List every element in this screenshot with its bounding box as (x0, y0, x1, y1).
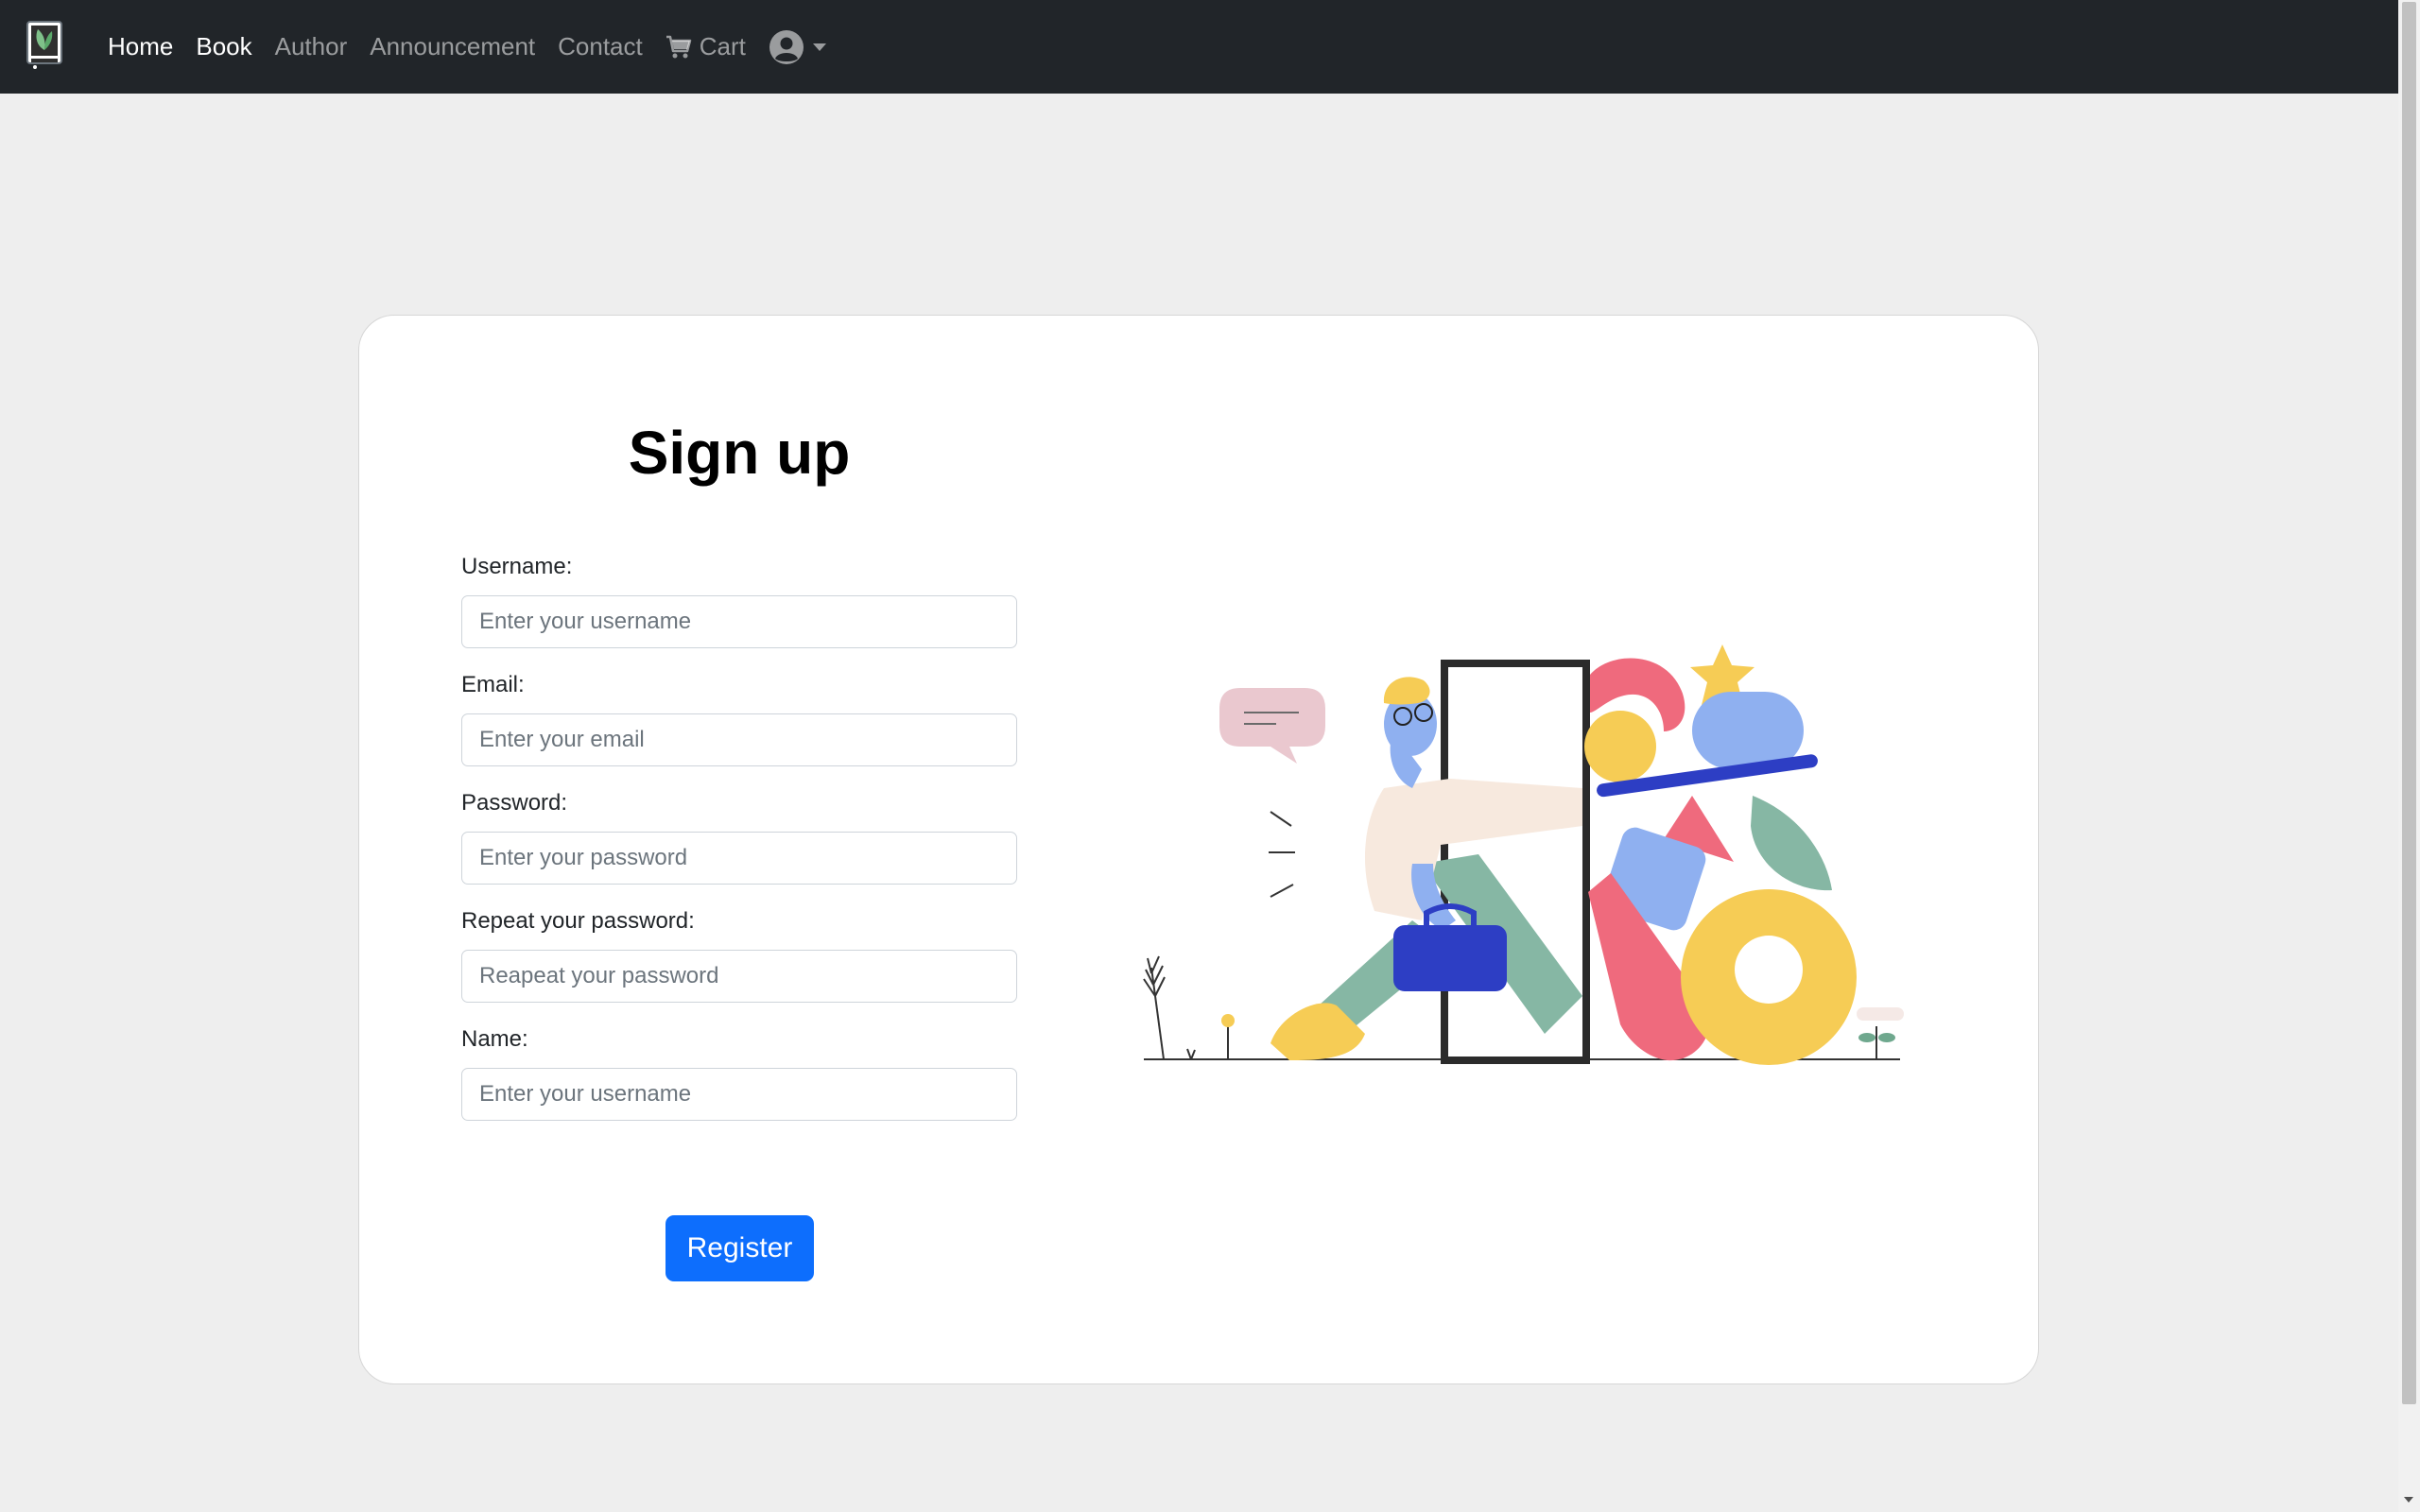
plant-icon (1143, 955, 1196, 1060)
page-scrollbar[interactable] (2398, 0, 2420, 1512)
signup-illustration (1143, 644, 1904, 1065)
chevron-down-icon (812, 43, 826, 51)
nav-link-announcement[interactable]: Announcement (370, 32, 535, 61)
motion-lines (1269, 811, 1295, 898)
user-dropdown[interactable] (769, 29, 826, 65)
password-group: Password: (461, 790, 1017, 885)
navbar: Home Book Author Announcement Contact Ca… (0, 0, 2398, 94)
page-title: Sign up (628, 419, 851, 487)
name-label: Name: (461, 1026, 528, 1052)
repeat-password-label: Repeat your password: (461, 908, 695, 934)
flower-icon (1221, 1014, 1235, 1027)
signup-form: Username: Email: Password: Repeat your p… (461, 554, 1017, 1144)
cart-label: Cart (699, 32, 746, 60)
email-group: Email: (461, 672, 1017, 766)
signup-card: Sign up Username: Email: Password: Repea… (358, 315, 2039, 1384)
username-input[interactable] (461, 595, 1017, 648)
book-logo-icon[interactable] (26, 21, 64, 70)
briefcase-icon (1393, 925, 1507, 991)
nav-link-book[interactable]: Book (196, 32, 251, 61)
username-label: Username: (461, 554, 573, 579)
cart-icon (666, 35, 691, 58)
repeat-password-input[interactable] (461, 950, 1017, 1003)
sprout-icon (1857, 1007, 1904, 1059)
scroll-thumb[interactable] (2402, 2, 2416, 1404)
shapes-pile (1584, 644, 1857, 1065)
name-input[interactable] (461, 1068, 1017, 1121)
nav-link-author[interactable]: Author (275, 32, 348, 61)
username-group: Username: (461, 554, 1017, 648)
password-input[interactable] (461, 832, 1017, 885)
repeat-password-group: Repeat your password: (461, 908, 1017, 1003)
speech-bubble-icon (1219, 688, 1325, 764)
register-button[interactable]: Register (666, 1215, 814, 1281)
email-input[interactable] (461, 713, 1017, 766)
nav-link-home[interactable]: Home (108, 32, 173, 61)
email-label: Email: (461, 672, 525, 697)
nav-links: Home Book Author Announcement Contact Ca… (108, 0, 826, 94)
nav-link-contact[interactable]: Contact (558, 32, 643, 61)
user-circle-icon (769, 29, 804, 64)
scroll-down-arrow-icon[interactable] (2404, 1497, 2413, 1503)
password-label: Password: (461, 790, 568, 816)
nav-link-cart[interactable]: Cart (666, 32, 746, 61)
name-group: Name: (461, 1026, 1017, 1121)
